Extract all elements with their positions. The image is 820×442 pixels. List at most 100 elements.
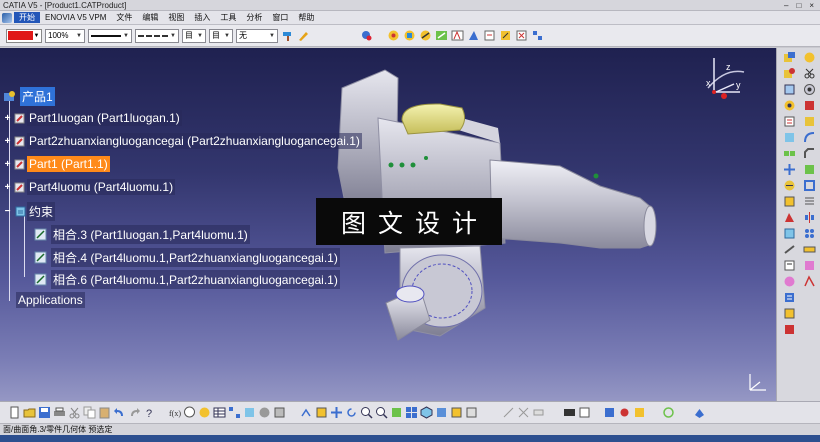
zoom-in-icon[interactable] xyxy=(360,406,373,419)
sketch-icon[interactable] xyxy=(502,406,515,419)
flexible-subassembly-icon[interactable] xyxy=(499,29,512,42)
menu-insert[interactable]: 插入 xyxy=(189,12,215,23)
expand-icon[interactable]: + xyxy=(3,136,12,147)
line-type-select[interactable]: ▼ xyxy=(135,28,179,43)
format-painter-icon[interactable] xyxy=(281,29,294,42)
menu-window[interactable]: 窗口 xyxy=(267,12,293,23)
zoom-out-icon[interactable] xyxy=(375,406,388,419)
graph-tree-reorder-icon[interactable] xyxy=(783,115,796,128)
expand-icon[interactable]: + xyxy=(3,113,12,124)
menu-file[interactable]: 文件 xyxy=(111,12,137,23)
expand-icon[interactable]: + xyxy=(3,159,12,170)
catia-app-icon[interactable] xyxy=(2,12,12,23)
rotate-icon[interactable] xyxy=(345,406,358,419)
fillet-icon[interactable] xyxy=(803,131,816,144)
open-folder-icon[interactable] xyxy=(23,406,36,419)
renumber-icon[interactable] xyxy=(783,131,796,144)
line-thickness-select[interactable]: ▼ xyxy=(88,28,132,43)
help-icon[interactable]: ? xyxy=(143,406,156,419)
tree-item-applications[interactable]: Applications xyxy=(16,292,85,308)
menu-analysis[interactable]: 分析 xyxy=(241,12,267,23)
snap-icon[interactable] xyxy=(783,179,796,192)
3d-viewport[interactable]: 产品1 + Part1luogan (Part1luogan.1) + Part… xyxy=(0,48,776,401)
close-button[interactable]: × xyxy=(809,0,814,11)
catalog-icon[interactable] xyxy=(783,291,796,304)
normal-view-icon[interactable] xyxy=(390,406,403,419)
tree-item-part1luogan[interactable]: + Part1luogan (Part1luogan.1) xyxy=(3,110,182,126)
draft-icon[interactable] xyxy=(803,163,816,176)
comment-icon[interactable] xyxy=(183,406,196,419)
constraint-offset-icon[interactable] xyxy=(419,29,432,42)
cut-icon[interactable] xyxy=(68,406,81,419)
workbench-icon[interactable] xyxy=(693,406,706,419)
bolt-icon[interactable] xyxy=(803,51,816,64)
maximize-button[interactable]: □ xyxy=(796,0,801,11)
menu-view[interactable]: 视图 xyxy=(163,12,189,23)
isometric-view-icon[interactable] xyxy=(420,406,433,419)
menu-enovia[interactable]: ENOVIA V5 VPM xyxy=(40,13,111,22)
tree-item-part4luomu[interactable]: + Part4luomu (Part4luomu.1) xyxy=(3,179,176,195)
knowledge-icon[interactable] xyxy=(198,406,211,419)
formula-icon[interactable]: f(x) xyxy=(168,406,181,419)
constraint-contact-icon[interactable] xyxy=(403,29,416,42)
constraint-angle-icon[interactable] xyxy=(435,29,448,42)
swap-visible-space-icon[interactable] xyxy=(465,406,478,419)
new-file-icon[interactable] xyxy=(8,406,21,419)
undo-icon[interactable] xyxy=(113,406,126,419)
existing-component-icon[interactable] xyxy=(783,51,796,64)
change-constraint-icon[interactable] xyxy=(515,29,528,42)
section-icon[interactable] xyxy=(783,227,796,240)
pocket-icon[interactable] xyxy=(803,99,816,112)
symmetry-icon[interactable] xyxy=(803,211,816,224)
tree-item-constraints[interactable]: − 约束 xyxy=(3,202,56,221)
rendering-style-select[interactable]: 目 ▼ xyxy=(209,28,233,43)
macro-icon[interactable] xyxy=(633,406,646,419)
collapse-icon[interactable]: − xyxy=(3,206,12,217)
color-picker[interactable]: ▼ xyxy=(6,28,42,43)
point-symbol-select[interactable]: 目 ▼ xyxy=(182,28,206,43)
scene-icon[interactable] xyxy=(783,275,796,288)
print-icon[interactable] xyxy=(53,406,66,419)
transparency-select[interactable]: 100% ▼ xyxy=(45,28,85,43)
tree-item-part1[interactable]: + Part1 (Part1.1) xyxy=(3,156,110,172)
table-icon[interactable] xyxy=(213,406,226,419)
paste-icon[interactable] xyxy=(98,406,111,419)
pattern-icon[interactable] xyxy=(803,227,816,240)
structure-icon[interactable] xyxy=(228,406,241,419)
menu-tools[interactable]: 工具 xyxy=(215,12,241,23)
new-part-icon[interactable] xyxy=(783,83,796,96)
multi-view-icon[interactable] xyxy=(405,406,418,419)
distance-icon[interactable] xyxy=(783,243,796,256)
menu-help[interactable]: 帮助 xyxy=(293,12,319,23)
constraint-coincidence-icon[interactable] xyxy=(387,29,400,42)
publication-icon[interactable] xyxy=(783,323,796,336)
replace-component-icon[interactable] xyxy=(783,99,796,112)
measure-icon[interactable] xyxy=(803,243,816,256)
catalog-browser-icon[interactable] xyxy=(243,406,256,419)
tree-item-constraint[interactable]: 相合.6 (Part4luomu.1,Part2zhuanxiangluogan… xyxy=(34,270,340,289)
compass-widget[interactable]: z x y xyxy=(700,48,750,108)
redo-icon[interactable] xyxy=(128,406,141,419)
sphere-icon[interactable] xyxy=(258,406,271,419)
product-structure-icon[interactable] xyxy=(360,29,373,42)
tree-item-constraint[interactable]: 相合.3 (Part1luogan.1,Part4luomu.1) xyxy=(34,225,250,244)
hide-show-icon[interactable] xyxy=(450,406,463,419)
expand-icon[interactable]: + xyxy=(3,182,12,193)
apply-material-icon[interactable] xyxy=(273,406,286,419)
menu-start[interactable]: 开始 xyxy=(14,12,40,23)
clash-icon[interactable] xyxy=(783,211,796,224)
save-icon[interactable] xyxy=(38,406,51,419)
device-icon[interactable] xyxy=(563,406,576,419)
constraint-tool-icon[interactable] xyxy=(517,406,530,419)
groove-icon[interactable] xyxy=(803,115,816,128)
fix-together-icon[interactable] xyxy=(467,29,480,42)
quick-constraint-icon[interactable] xyxy=(483,29,496,42)
minimize-button[interactable]: – xyxy=(784,0,788,11)
manipulation-icon[interactable] xyxy=(783,163,796,176)
batch-icon[interactable] xyxy=(578,406,591,419)
multi-instantiation-icon[interactable] xyxy=(783,147,796,160)
reuse-pattern-icon[interactable] xyxy=(531,29,544,42)
thread-icon[interactable] xyxy=(803,195,816,208)
new-product-icon[interactable] xyxy=(783,67,796,80)
bill-of-material-icon[interactable] xyxy=(783,307,796,320)
